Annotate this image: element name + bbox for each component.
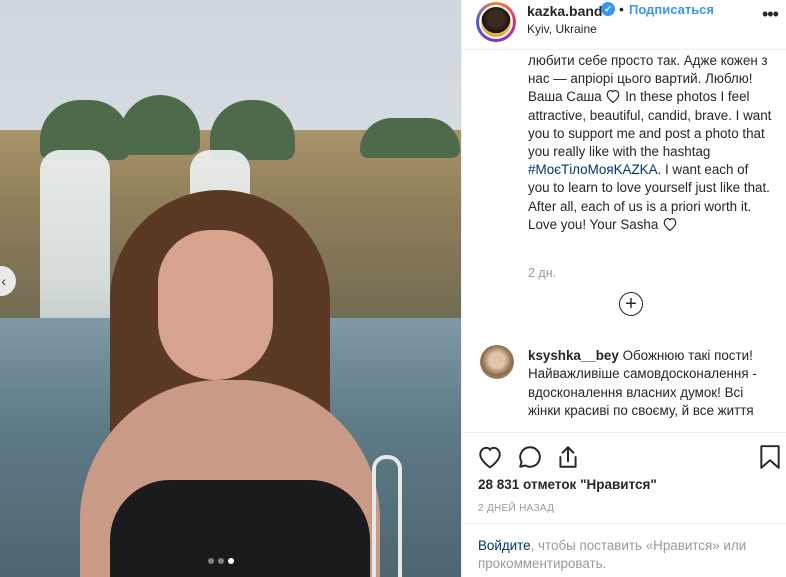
post-caption: любити себе просто так. Адже кожен з нас… bbox=[528, 52, 773, 234]
photo-trees bbox=[360, 118, 460, 158]
likes-count[interactable]: 28 831 отметок "Нравится" bbox=[478, 477, 657, 492]
follow-button[interactable]: Подписаться bbox=[629, 2, 714, 17]
heart-icon bbox=[663, 217, 677, 231]
carousel-dots bbox=[208, 558, 234, 564]
comment-button[interactable] bbox=[516, 443, 544, 471]
comments-scroll-area[interactable]: любити себе просто так. Адже кожен з нас… bbox=[462, 50, 786, 432]
chevron-left-icon: ‹ bbox=[1, 273, 6, 289]
more-options-icon[interactable]: ••• bbox=[762, 4, 779, 25]
post-header: kazka.band ✔ • Подписаться Kyiv, Ukraine… bbox=[462, 0, 786, 50]
post-location[interactable]: Kyiv, Ukraine bbox=[527, 22, 597, 36]
carousel-dot bbox=[208, 558, 214, 564]
post-actions: 28 831 отметок "Нравится" 2 ДНЕЙ НАЗАД В… bbox=[462, 432, 786, 577]
comment-icon bbox=[519, 446, 541, 468]
save-button[interactable] bbox=[756, 443, 784, 471]
verified-badge-icon: ✔ bbox=[601, 2, 615, 16]
caption-time[interactable]: 2 дн. bbox=[528, 266, 556, 280]
post-panel: kazka.band ✔ • Подписаться Kyiv, Ukraine… bbox=[461, 0, 786, 577]
comment-body: ksyshka__bey Обожнюю такі пости! Найважл… bbox=[528, 347, 773, 421]
author-username[interactable]: kazka.band bbox=[527, 3, 602, 19]
heart-icon bbox=[607, 90, 620, 104]
like-button[interactable] bbox=[476, 443, 504, 471]
login-link[interactable]: Войдите bbox=[478, 538, 531, 553]
post-photo[interactable]: ‹ bbox=[0, 0, 461, 577]
login-prompt: Войдите, чтобы поставить «Нравится» или … bbox=[462, 523, 786, 577]
caption-hashtag-link[interactable]: #МоєТілоМояKAZKA bbox=[528, 162, 658, 177]
commenter-avatar[interactable] bbox=[480, 345, 514, 379]
plus-circle-icon[interactable]: + bbox=[619, 292, 643, 316]
bookmark-icon bbox=[760, 445, 780, 469]
login-prompt-text: Войдите, чтобы поставить «Нравится» или … bbox=[478, 537, 778, 574]
heart-icon bbox=[479, 446, 501, 469]
photo-person bbox=[70, 190, 380, 577]
carousel-dot bbox=[218, 558, 224, 564]
header-separator: • bbox=[619, 1, 624, 17]
commenter-username[interactable]: ksyshka__bey bbox=[528, 348, 619, 363]
author-avatar[interactable] bbox=[476, 2, 516, 42]
carousel-dot-active bbox=[228, 558, 234, 564]
share-icon bbox=[559, 446, 577, 468]
photo-boat-rail bbox=[372, 455, 402, 577]
post-date[interactable]: 2 ДНЕЙ НАЗАД bbox=[478, 503, 554, 514]
share-button[interactable] bbox=[554, 443, 582, 471]
